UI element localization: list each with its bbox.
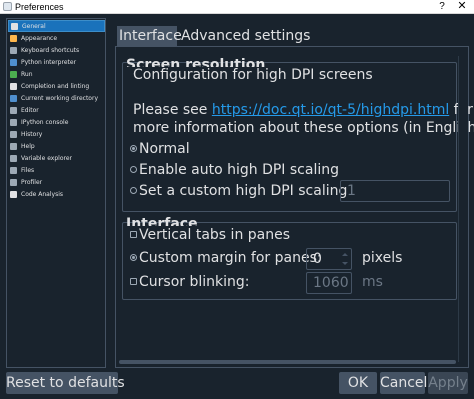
- radio-custom-dpi-label[interactable]: Set a custom high DPI scaling: [139, 182, 347, 200]
- vertical-tabs-label[interactable]: Vertical tabs in panes: [139, 226, 290, 244]
- completion-icon: [10, 82, 17, 90]
- sidebar-item-label: History: [21, 130, 43, 138]
- sidebar-item-label: Completion and linting: [21, 82, 90, 90]
- custom-margin-value: 0: [313, 251, 322, 267]
- sidebar-item-variable-explorer[interactable]: Variable explorer: [8, 152, 105, 164]
- cancel-button[interactable]: Cancel: [380, 372, 427, 394]
- custom-margin-unit: pixels: [362, 250, 403, 266]
- sidebar-item-code-analysis[interactable]: Code Analysis: [8, 188, 105, 200]
- vertical-scrollbar[interactable]: [458, 56, 467, 362]
- close-button[interactable]: ✕: [455, 0, 469, 13]
- preferences-sidebar: General Appearance Keyboard shortcuts Pytho…: [6, 18, 106, 368]
- tab-advanced-settings[interactable]: Advanced settings: [179, 26, 310, 46]
- tab-interface[interactable]: Interface: [117, 26, 182, 46]
- sidebar-item-help[interactable]: Help: [8, 140, 105, 152]
- sidebar-item-history[interactable]: History: [8, 128, 105, 140]
- gear-icon: [11, 22, 18, 30]
- dpi-heading: Configuration for high DPI screens: [133, 67, 373, 83]
- sidebar-item-label: Editor: [21, 106, 39, 114]
- sidebar-item-label: Files: [21, 166, 35, 174]
- radio-auto-dpi-label[interactable]: Enable auto high DPI scaling: [139, 161, 339, 179]
- sidebar-item-appearance[interactable]: Appearance: [8, 32, 105, 44]
- console-icon: [10, 118, 17, 126]
- custom-dpi-scaling-spinbox[interactable]: 1: [340, 180, 450, 202]
- reset-to-defaults-button[interactable]: Reset to defaults: [6, 372, 125, 394]
- sidebar-item-general[interactable]: General: [8, 20, 105, 32]
- sidebar-item-label: Code Analysis: [21, 190, 63, 198]
- sidebar-item-label: IPython console: [21, 118, 69, 126]
- sidebar-item-label: Variable explorer: [21, 154, 72, 162]
- interface-title: Interface: [126, 217, 198, 226]
- sidebar-item-profiler[interactable]: Profiler: [8, 176, 105, 188]
- cursor-blinking-spinbox[interactable]: 1060: [306, 272, 352, 294]
- help-icon: [10, 142, 17, 150]
- custom-margin-spinbox[interactable]: 0: [306, 248, 352, 270]
- cursor-blinking-value: 1060: [313, 275, 349, 291]
- sidebar-item-label: Run: [21, 70, 33, 78]
- spinbox-arrows-icon[interactable]: [341, 251, 349, 267]
- sidebar-item-ipython-console[interactable]: IPython console: [8, 116, 105, 128]
- run-icon: [10, 70, 17, 78]
- dpi-info-line-2: more information about these options (in…: [133, 120, 474, 136]
- sidebar-item-python-interpreter[interactable]: Python interpreter: [8, 56, 105, 68]
- sidebar-item-label: Current working directory: [21, 94, 98, 102]
- folder-icon: [10, 94, 17, 102]
- editor-icon: [10, 106, 17, 114]
- radio-custom-dpi[interactable]: [130, 187, 137, 194]
- cursor-blinking-checkbox[interactable]: [130, 278, 137, 285]
- custom-margin-label[interactable]: Custom margin for panes:: [139, 249, 322, 267]
- cursor-blinking-unit: ms: [362, 274, 383, 290]
- custom-dpi-scaling-value: 1: [347, 183, 356, 199]
- sidebar-item-label: Profiler: [21, 178, 43, 186]
- code-analysis-icon: [10, 190, 17, 198]
- cursor-blinking-label[interactable]: Cursor blinking:: [139, 273, 249, 291]
- keyboard-icon: [10, 46, 17, 54]
- highdpi-link[interactable]: https://doc.qt.io/qt-5/highdpi.html: [212, 102, 449, 118]
- profiler-icon: [10, 178, 17, 186]
- radio-normal-label[interactable]: Normal: [139, 140, 190, 158]
- sidebar-item-label: General: [22, 22, 46, 30]
- sidebar-item-label: Keyboard shortcuts: [21, 46, 80, 54]
- sidebar-item-run[interactable]: Run: [8, 68, 105, 80]
- history-icon: [10, 130, 17, 138]
- help-button[interactable]: ?: [437, 0, 447, 13]
- variable-explorer-icon: [10, 154, 17, 162]
- sidebar-item-label: Help: [21, 142, 35, 150]
- apply-button[interactable]: Apply: [428, 372, 468, 394]
- files-icon: [10, 166, 17, 174]
- python-icon: [10, 58, 17, 66]
- sidebar-item-keyboard-shortcuts[interactable]: Keyboard shortcuts: [8, 44, 105, 56]
- window-title: Preferences: [15, 2, 64, 12]
- sidebar-item-editor[interactable]: Editor: [8, 104, 105, 116]
- sidebar-item-current-working-directory[interactable]: Current working directory: [8, 92, 105, 104]
- ok-button[interactable]: OK: [339, 372, 377, 394]
- custom-margin-checkbox[interactable]: [130, 254, 137, 261]
- radio-auto-dpi[interactable]: [130, 166, 137, 173]
- vertical-tabs-checkbox[interactable]: [130, 231, 137, 238]
- sidebar-item-files[interactable]: Files: [8, 164, 105, 176]
- dpi-info-prefix: Please see: [133, 102, 212, 118]
- horizontal-scrollbar[interactable]: [117, 358, 458, 366]
- sidebar-item-label: Python interpreter: [21, 58, 77, 66]
- palette-icon: [10, 34, 17, 42]
- dpi-info-line-1: Please see https://doc.qt.io/qt-5/highdp…: [133, 101, 473, 119]
- sidebar-item-label: Appearance: [21, 34, 58, 42]
- radio-normal[interactable]: [130, 145, 137, 152]
- sidebar-item-completion-and-linting[interactable]: Completion and linting: [8, 80, 105, 92]
- horizontal-scrollbar-handle[interactable]: [119, 360, 456, 364]
- title-bar: Preferences ? ✕: [0, 0, 474, 14]
- app-icon: [3, 2, 12, 11]
